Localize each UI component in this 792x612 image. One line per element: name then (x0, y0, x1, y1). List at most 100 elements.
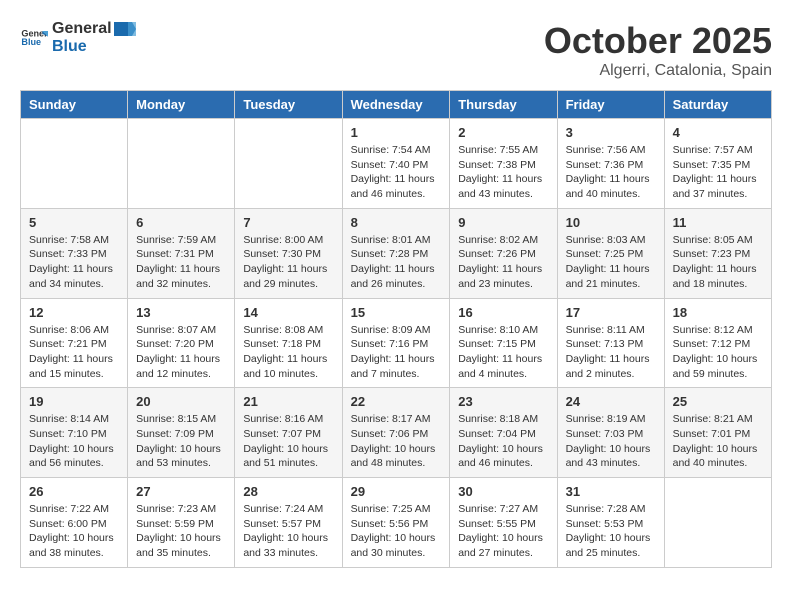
calendar-cell (235, 119, 342, 209)
day-number: 29 (351, 484, 442, 499)
calendar-week-row-3: 12 Sunrise: 8:06 AM Sunset: 7:21 PM Dayli… (21, 298, 772, 388)
day-number: 5 (29, 215, 119, 230)
day-number: 15 (351, 305, 442, 320)
calendar-cell: 22Sunrise: 8:17 AM Sunset: 7:06 PM Dayli… (342, 388, 450, 478)
calendar-cell: 6 Sunrise: 7:59 AM Sunset: 7:31 PM Daylig… (128, 208, 235, 298)
day-info: Sunrise: 8:03 AM Sunset: 7:25 PM Dayligh… (566, 233, 656, 292)
day-info: Sunrise: 8:14 AM Sunset: 7:10 PM Dayligh… (29, 412, 119, 471)
day-info: Sunrise: 7:24 AM Sunset: 5:57 PM Dayligh… (243, 502, 333, 561)
day-info: Sunrise: 8:06 AM Sunset: 7:21 PM Dayligh… (29, 323, 119, 382)
header-saturday: Saturday (664, 91, 771, 119)
day-number: 28 (243, 484, 333, 499)
calendar-cell: 20 Sunrise: 8:15 AM Sunset: 7:09 PM Dayli… (128, 388, 235, 478)
day-number: 31 (566, 484, 656, 499)
logo-icon: General Blue (20, 24, 48, 52)
header-monday: Monday (128, 91, 235, 119)
day-number: 24 (566, 394, 656, 409)
month-title: October 2025 (544, 20, 772, 62)
calendar-cell: 24Sunrise: 8:19 AM Sunset: 7:03 PM Dayli… (557, 388, 664, 478)
day-info: Sunrise: 7:54 AM Sunset: 7:40 PM Dayligh… (351, 143, 442, 202)
calendar-week-row-4: 19 Sunrise: 8:14 AM Sunset: 7:10 PM Dayli… (21, 388, 772, 478)
calendar-cell: 3Sunrise: 7:56 AM Sunset: 7:36 PM Daylig… (557, 119, 664, 209)
calendar-cell: 18Sunrise: 8:12 AM Sunset: 7:12 PM Dayli… (664, 298, 771, 388)
day-info: Sunrise: 7:57 AM Sunset: 7:35 PM Dayligh… (673, 143, 763, 202)
calendar-cell: 23Sunrise: 8:18 AM Sunset: 7:04 PM Dayli… (450, 388, 557, 478)
calendar-cell: 4 Sunrise: 7:57 AM Sunset: 7:35 PM Daylig… (664, 119, 771, 209)
logo-text: General (52, 20, 138, 38)
calendar-cell: 17Sunrise: 8:11 AM Sunset: 7:13 PM Dayli… (557, 298, 664, 388)
day-number: 8 (351, 215, 442, 230)
calendar-cell (664, 478, 771, 568)
calendar-cell: 5 Sunrise: 7:58 AM Sunset: 7:33 PM Daylig… (21, 208, 128, 298)
day-info: Sunrise: 8:05 AM Sunset: 7:23 PM Dayligh… (673, 233, 763, 292)
calendar-cell: 27 Sunrise: 7:23 AM Sunset: 5:59 PM Dayli… (128, 478, 235, 568)
day-number: 20 (136, 394, 226, 409)
calendar-cell: 19 Sunrise: 8:14 AM Sunset: 7:10 PM Dayli… (21, 388, 128, 478)
header-friday: Friday (557, 91, 664, 119)
day-info: Sunrise: 8:07 AM Sunset: 7:20 PM Dayligh… (136, 323, 226, 382)
day-info: Sunrise: 8:09 AM Sunset: 7:16 PM Dayligh… (351, 323, 442, 382)
day-info: Sunrise: 7:27 AM Sunset: 5:55 PM Dayligh… (458, 502, 548, 561)
day-number: 27 (136, 484, 226, 499)
calendar-cell: 11 Sunrise: 8:05 AM Sunset: 7:23 PM Dayli… (664, 208, 771, 298)
calendar-cell: 30 Sunrise: 7:27 AM Sunset: 5:55 PM Dayli… (450, 478, 557, 568)
calendar-cell (21, 119, 128, 209)
day-info: Sunrise: 8:21 AM Sunset: 7:01 PM Dayligh… (673, 412, 763, 471)
day-number: 21 (243, 394, 333, 409)
day-info: Sunrise: 8:00 AM Sunset: 7:30 PM Dayligh… (243, 233, 333, 292)
calendar-cell: 31 Sunrise: 7:28 AM Sunset: 5:53 PM Dayli… (557, 478, 664, 568)
day-info: Sunrise: 7:56 AM Sunset: 7:36 PM Dayligh… (566, 143, 656, 202)
day-info: Sunrise: 8:17 AM Sunset: 7:06 PM Dayligh… (351, 412, 442, 471)
day-number: 19 (29, 394, 119, 409)
day-number: 9 (458, 215, 548, 230)
calendar-cell: 14Sunrise: 8:08 AM Sunset: 7:18 PM Dayli… (235, 298, 342, 388)
calendar-cell: 25 Sunrise: 8:21 AM Sunset: 7:01 PM Dayli… (664, 388, 771, 478)
calendar-week-row-2: 5 Sunrise: 7:58 AM Sunset: 7:33 PM Daylig… (21, 208, 772, 298)
calendar-cell: 28 Sunrise: 7:24 AM Sunset: 5:57 PM Dayli… (235, 478, 342, 568)
day-number: 25 (673, 394, 763, 409)
header-tuesday: Tuesday (235, 91, 342, 119)
calendar-cell: 8 Sunrise: 8:01 AM Sunset: 7:28 PM Daylig… (342, 208, 450, 298)
calendar-cell: 26 Sunrise: 7:22 AM Sunset: 6:00 PM Dayli… (21, 478, 128, 568)
day-info: Sunrise: 7:23 AM Sunset: 5:59 PM Dayligh… (136, 502, 226, 561)
calendar-week-row-1: 1Sunrise: 7:54 AM Sunset: 7:40 PM Daylig… (21, 119, 772, 209)
day-info: Sunrise: 8:16 AM Sunset: 7:07 PM Dayligh… (243, 412, 333, 471)
calendar-cell: 12 Sunrise: 8:06 AM Sunset: 7:21 PM Dayli… (21, 298, 128, 388)
day-info: Sunrise: 8:18 AM Sunset: 7:04 PM Dayligh… (458, 412, 548, 471)
calendar-week-row-5: 26 Sunrise: 7:22 AM Sunset: 6:00 PM Dayli… (21, 478, 772, 568)
day-info: Sunrise: 8:01 AM Sunset: 7:28 PM Dayligh… (351, 233, 442, 292)
calendar-cell: 1Sunrise: 7:54 AM Sunset: 7:40 PM Daylig… (342, 119, 450, 209)
day-number: 6 (136, 215, 226, 230)
day-number: 10 (566, 215, 656, 230)
svg-text:Blue: Blue (21, 37, 41, 47)
day-number: 16 (458, 305, 548, 320)
calendar-cell: 7Sunrise: 8:00 AM Sunset: 7:30 PM Daylig… (235, 208, 342, 298)
location-title: Algerri, Catalonia, Spain (544, 62, 772, 80)
calendar-cell: 2Sunrise: 7:55 AM Sunset: 7:38 PM Daylig… (450, 119, 557, 209)
calendar-title-area: October 2025 Algerri, Catalonia, Spain (544, 20, 772, 80)
calendar-cell: 29 Sunrise: 7:25 AM Sunset: 5:56 PM Dayli… (342, 478, 450, 568)
logo: General Blue General Blue (20, 20, 138, 56)
calendar-cell: 9 Sunrise: 8:02 AM Sunset: 7:26 PM Daylig… (450, 208, 557, 298)
day-number: 26 (29, 484, 119, 499)
day-info: Sunrise: 7:22 AM Sunset: 6:00 PM Dayligh… (29, 502, 119, 561)
day-info: Sunrise: 7:58 AM Sunset: 7:33 PM Dayligh… (29, 233, 119, 292)
day-info: Sunrise: 8:15 AM Sunset: 7:09 PM Dayligh… (136, 412, 226, 471)
day-number: 11 (673, 215, 763, 230)
logo-blue-text: Blue (52, 38, 138, 56)
day-info: Sunrise: 7:59 AM Sunset: 7:31 PM Dayligh… (136, 233, 226, 292)
day-number: 4 (673, 125, 763, 140)
day-info: Sunrise: 7:25 AM Sunset: 5:56 PM Dayligh… (351, 502, 442, 561)
calendar-cell: 10 Sunrise: 8:03 AM Sunset: 7:25 PM Dayli… (557, 208, 664, 298)
day-info: Sunrise: 8:02 AM Sunset: 7:26 PM Dayligh… (458, 233, 548, 292)
day-info: Sunrise: 7:28 AM Sunset: 5:53 PM Dayligh… (566, 502, 656, 561)
calendar-cell: 16Sunrise: 8:10 AM Sunset: 7:15 PM Dayli… (450, 298, 557, 388)
calendar-cell: 21 Sunrise: 8:16 AM Sunset: 7:07 PM Dayli… (235, 388, 342, 478)
header-thursday: Thursday (450, 91, 557, 119)
day-info: Sunrise: 8:08 AM Sunset: 7:18 PM Dayligh… (243, 323, 333, 382)
day-number: 12 (29, 305, 119, 320)
day-number: 2 (458, 125, 548, 140)
calendar-cell: 13Sunrise: 8:07 AM Sunset: 7:20 PM Dayli… (128, 298, 235, 388)
day-number: 30 (458, 484, 548, 499)
day-info: Sunrise: 8:11 AM Sunset: 7:13 PM Dayligh… (566, 323, 656, 382)
